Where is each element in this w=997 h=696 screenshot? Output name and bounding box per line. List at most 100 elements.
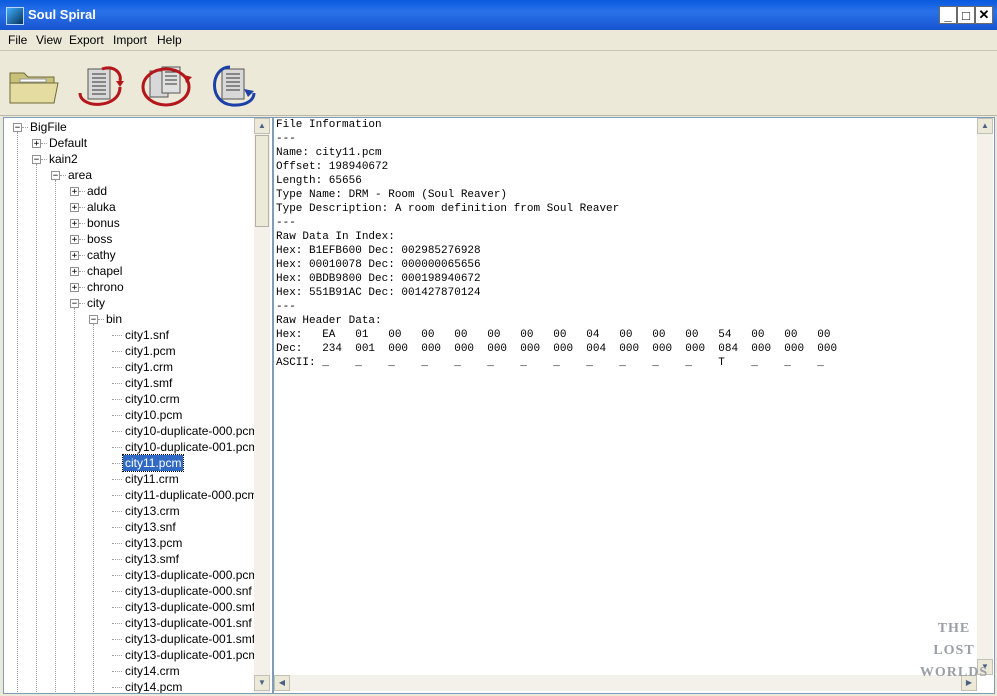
tree-vertical-scrollbar[interactable]: ▲ ▼ bbox=[254, 118, 270, 693]
tree-item-label[interactable]: city11-duplicate-000.pcm bbox=[123, 487, 260, 503]
tree-item[interactable]: city1.snf bbox=[4, 327, 252, 343]
tree-item[interactable]: city1.smf bbox=[4, 375, 252, 391]
tree-item[interactable]: city13-duplicate-000.pcm bbox=[4, 567, 258, 583]
tree-item[interactable]: city13.snf bbox=[4, 519, 252, 535]
tree-item[interactable]: city14.pcm bbox=[4, 679, 252, 693]
close-button[interactable]: ✕ bbox=[975, 6, 993, 24]
tree-item-label[interactable]: city13.smf bbox=[123, 551, 181, 567]
tree-item[interactable]: city10.crm bbox=[4, 391, 252, 407]
expand-icon[interactable]: + bbox=[70, 187, 79, 197]
collapse-icon[interactable]: − bbox=[89, 315, 98, 325]
tree-item[interactable]: + cathy bbox=[4, 247, 252, 263]
tree-item[interactable]: city13-duplicate-001.smf bbox=[4, 631, 255, 647]
tree-item[interactable]: + chrono bbox=[4, 279, 252, 295]
tree-item[interactable]: city13.smf bbox=[4, 551, 252, 567]
tree-item-label[interactable]: city11.crm bbox=[123, 471, 181, 487]
tree-item[interactable]: + boss bbox=[4, 231, 252, 247]
file-tree[interactable]: − BigFile + Default − kain2− area + add + aluka + bo… bbox=[3, 117, 273, 694]
tree-item[interactable]: − kain2 bbox=[4, 151, 252, 167]
tree-item[interactable]: city1.pcm bbox=[4, 343, 252, 359]
tree-item-label[interactable]: city1.smf bbox=[123, 375, 174, 391]
tree-item-label[interactable]: city10-duplicate-000.pcm bbox=[123, 423, 260, 439]
tree-item-label[interactable]: city1.snf bbox=[123, 327, 171, 343]
tree-item[interactable]: − city bbox=[4, 295, 252, 311]
info-vertical-scrollbar[interactable]: ▲ ▼ bbox=[977, 118, 993, 675]
tree-item-label[interactable]: bonus bbox=[85, 215, 122, 231]
expand-icon[interactable]: + bbox=[32, 139, 41, 149]
tree-item-label[interactable]: city13-duplicate-000.snf bbox=[123, 583, 254, 599]
title-bar[interactable]: Soul Spiral _ □ ✕ bbox=[0, 0, 997, 30]
tree-item[interactable]: city13-duplicate-000.snf bbox=[4, 583, 252, 599]
tree-item-label[interactable]: boss bbox=[85, 231, 114, 247]
menu-import[interactable]: Import bbox=[113, 33, 147, 47]
tree-item[interactable]: city13-duplicate-001.snf bbox=[4, 615, 252, 631]
tree-item[interactable]: city11.pcm bbox=[4, 454, 252, 472]
menu-help[interactable]: Help bbox=[157, 33, 182, 47]
tree-item-label[interactable]: chapel bbox=[85, 263, 124, 279]
scroll-thumb[interactable] bbox=[255, 135, 269, 227]
tree-item-label[interactable]: Default bbox=[47, 135, 89, 151]
collapse-icon[interactable]: − bbox=[70, 299, 79, 309]
tree-item-label[interactable]: city13-duplicate-001.snf bbox=[123, 615, 254, 631]
open-button[interactable] bbox=[6, 59, 62, 109]
tree-item-label[interactable]: city13-duplicate-001.smf bbox=[123, 631, 257, 647]
tree-item-label[interactable]: BigFile bbox=[28, 119, 69, 135]
tree-item[interactable]: city13-duplicate-000.smf bbox=[4, 599, 255, 615]
export-all-button[interactable] bbox=[138, 59, 194, 109]
tree-item[interactable]: city10.pcm bbox=[4, 407, 252, 423]
import-button[interactable] bbox=[204, 59, 260, 109]
tree-item[interactable]: + chapel bbox=[4, 263, 252, 279]
maximize-button[interactable]: □ bbox=[957, 6, 975, 24]
tree-item-label[interactable]: city13.crm bbox=[123, 503, 182, 519]
tree-item[interactable]: city13-duplicate-001.pcm bbox=[4, 647, 258, 663]
tree-item-label[interactable]: bin bbox=[104, 311, 124, 327]
collapse-icon[interactable]: − bbox=[51, 171, 60, 181]
tree-item[interactable]: city1.crm bbox=[4, 359, 252, 375]
collapse-icon[interactable]: − bbox=[32, 155, 41, 165]
scroll-up-arrow-icon[interactable]: ▲ bbox=[254, 118, 270, 134]
scroll-up-arrow-icon[interactable]: ▲ bbox=[977, 118, 993, 134]
tree-item[interactable]: + Default bbox=[4, 135, 252, 151]
expand-icon[interactable]: + bbox=[70, 219, 79, 229]
tree-item-label[interactable]: city1.pcm bbox=[123, 343, 178, 359]
tree-item-label-selected[interactable]: city11.pcm bbox=[121, 454, 185, 472]
tree-item-label[interactable]: city14.crm bbox=[123, 663, 182, 679]
tree-item[interactable]: − BigFile bbox=[4, 119, 252, 135]
tree-item-label[interactable]: city10.crm bbox=[123, 391, 182, 407]
tree-item-label[interactable]: kain2 bbox=[47, 151, 80, 167]
tree-item[interactable]: − bin bbox=[4, 311, 252, 327]
tree-item-label[interactable]: city13-duplicate-001.pcm bbox=[123, 647, 260, 663]
file-info-pane[interactable]: File Information --- Name: city11.pcm Offse… bbox=[273, 117, 995, 694]
export-file-button[interactable] bbox=[72, 59, 128, 109]
tree-item-label[interactable]: city bbox=[85, 295, 107, 311]
tree-item-label[interactable]: add bbox=[85, 183, 109, 199]
scroll-left-arrow-icon[interactable]: ◀ bbox=[274, 675, 290, 691]
expand-icon[interactable]: + bbox=[70, 267, 79, 277]
collapse-icon[interactable]: − bbox=[13, 123, 22, 133]
expand-icon[interactable]: + bbox=[70, 283, 79, 293]
tree-item[interactable]: city10-duplicate-001.pcm bbox=[4, 439, 258, 455]
scroll-down-arrow-icon[interactable]: ▼ bbox=[254, 675, 270, 691]
tree-item-label[interactable]: city10.pcm bbox=[123, 407, 184, 423]
menu-file[interactable]: File bbox=[8, 33, 27, 47]
tree-item-label[interactable]: city13.snf bbox=[123, 519, 178, 535]
expand-icon[interactable]: + bbox=[70, 251, 79, 261]
tree-item[interactable]: + add bbox=[4, 183, 252, 199]
tree-item-label[interactable]: city13-duplicate-000.pcm bbox=[123, 567, 260, 583]
tree-item-label[interactable]: city13-duplicate-000.smf bbox=[123, 599, 257, 615]
tree-item[interactable]: − area bbox=[4, 167, 252, 183]
tree-item[interactable]: city10-duplicate-000.pcm bbox=[4, 423, 258, 439]
tree-item[interactable]: city14.crm bbox=[4, 663, 252, 679]
menu-view[interactable]: View bbox=[36, 33, 62, 47]
tree-item-label[interactable]: cathy bbox=[85, 247, 118, 263]
tree-item[interactable]: city11.crm bbox=[4, 471, 252, 487]
tree-item-label[interactable]: city14.pcm bbox=[123, 679, 184, 693]
tree-item[interactable]: city11-duplicate-000.pcm bbox=[4, 487, 258, 503]
tree-item[interactable]: + bonus bbox=[4, 215, 252, 231]
tree-item-label[interactable]: city13.pcm bbox=[123, 535, 184, 551]
tree-item[interactable]: + aluka bbox=[4, 199, 252, 215]
info-horizontal-scrollbar[interactable]: ◀ ▶ bbox=[274, 675, 977, 691]
tree-item-label[interactable]: area bbox=[66, 167, 94, 183]
tree-item[interactable]: city13.pcm bbox=[4, 535, 252, 551]
tree-item-label[interactable]: city10-duplicate-001.pcm bbox=[123, 439, 260, 455]
